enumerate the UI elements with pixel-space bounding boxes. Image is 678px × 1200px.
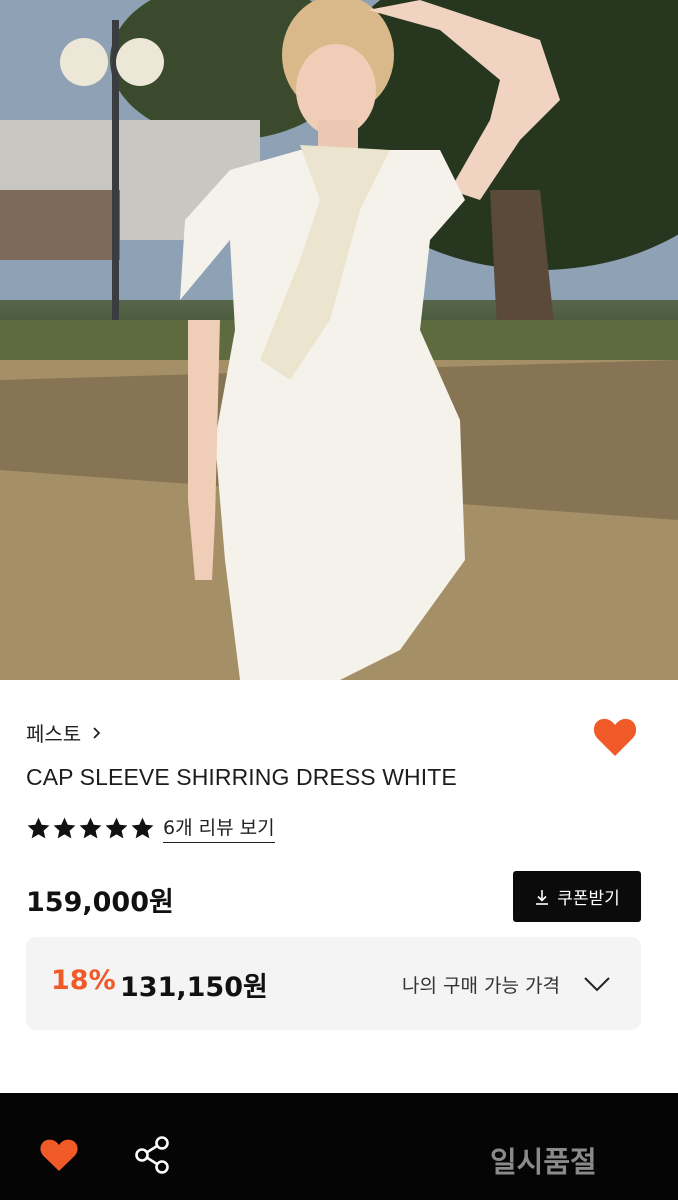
star-icon (27, 817, 50, 838)
coupon-label: 쿠폰받기 (557, 889, 620, 909)
rating-row: 6개 리뷰 보기 (26, 813, 275, 843)
my-price-label: 나의 구매 가능 가격 (402, 975, 560, 997)
chevron-right-icon (93, 726, 101, 739)
product-title: CAP SLEEVE SHIRRING DRESS WHITE (26, 764, 457, 790)
my-price-box[interactable]: 18% 131,150원 나의 구매 가능 가격 (26, 937, 641, 1030)
original-price: 159,000원 (26, 887, 174, 918)
brand-name: 페스토 (26, 722, 82, 746)
sale-price: 131,150원 (120, 972, 268, 1003)
brand-link[interactable]: 페스토 (26, 718, 103, 747)
product-image (0, 0, 678, 680)
chevron-down-icon[interactable] (583, 975, 611, 993)
heart-icon[interactable] (39, 1137, 79, 1173)
star-icon (79, 817, 102, 838)
star-icon (105, 817, 128, 838)
bottom-action-bar: 일시품절 (0, 1093, 678, 1200)
coupon-button[interactable]: 쿠폰받기 (513, 871, 641, 922)
rating-stars (26, 816, 155, 841)
heart-icon[interactable] (592, 716, 638, 758)
star-icon (53, 817, 76, 838)
review-link[interactable]: 6개 리뷰 보기 (163, 813, 275, 843)
discount-rate: 18% (51, 965, 116, 996)
star-icon (131, 817, 154, 838)
product-photo-illustration (0, 0, 678, 680)
download-icon (536, 889, 549, 905)
soldout-status: 일시품절 (490, 1145, 597, 1179)
share-icon[interactable] (134, 1135, 172, 1175)
